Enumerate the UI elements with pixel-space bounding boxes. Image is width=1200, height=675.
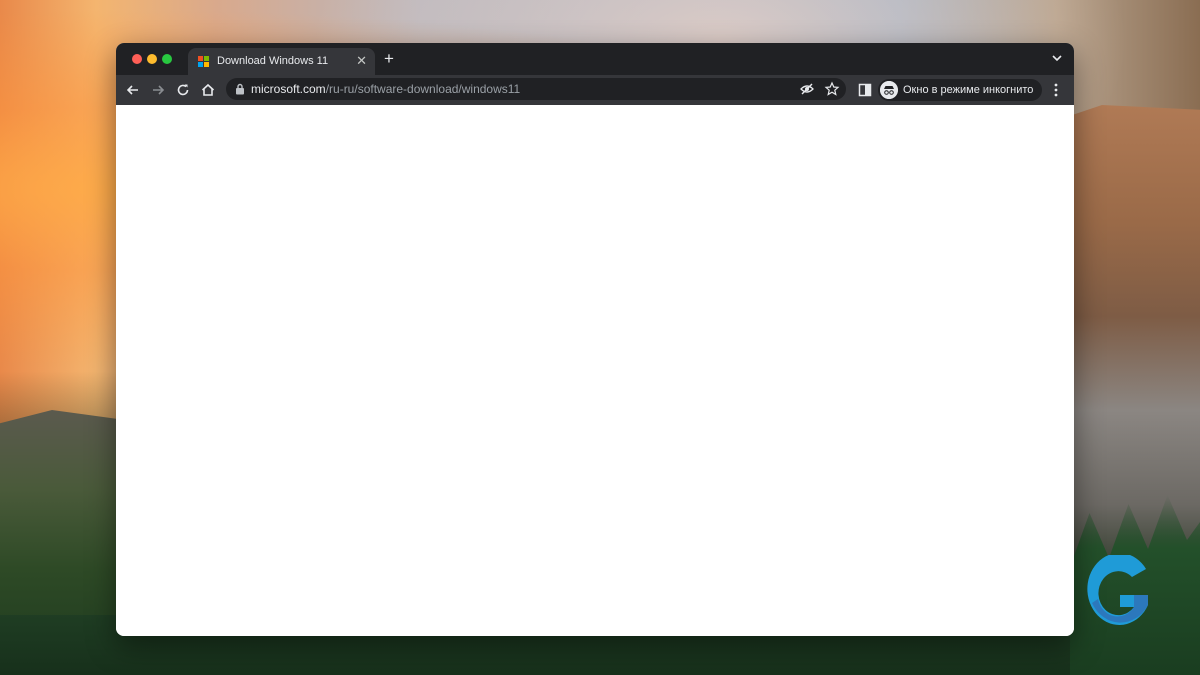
browser-window: Download Windows 11 ✕ + microsoft.com/ru (116, 43, 1074, 636)
address-bar[interactable]: microsoft.com/ru-ru/software-download/wi… (226, 78, 846, 100)
toolbar: microsoft.com/ru-ru/software-download/wi… (116, 75, 1074, 105)
incognito-label: Окно в режиме инкогнито (903, 84, 1034, 96)
chevron-down-icon[interactable] (1050, 51, 1064, 65)
reload-icon[interactable] (174, 81, 192, 99)
new-tab-button[interactable]: + (384, 49, 394, 69)
desktop-cliff (1060, 105, 1200, 575)
arrow-left-icon[interactable] (124, 81, 142, 99)
url-text: microsoft.com/ru-ru/software-download/wi… (251, 82, 520, 96)
g-logo-icon (1087, 555, 1148, 625)
page-content (116, 105, 1074, 636)
url-path: /ru-ru/software-download/windows11 (325, 82, 521, 96)
home-icon[interactable] (199, 81, 217, 99)
microsoft-logo-icon (198, 56, 210, 68)
tab-title: Download Windows 11 (217, 55, 329, 67)
more-vert-icon[interactable] (1050, 81, 1062, 99)
lock-icon[interactable] (235, 83, 245, 95)
star-icon[interactable] (824, 81, 840, 97)
arrow-right-icon[interactable] (149, 81, 167, 99)
incognito-badge[interactable]: Окно в режиме инкогнито (878, 79, 1042, 101)
eye-off-icon[interactable] (799, 81, 815, 97)
incognito-icon (880, 81, 898, 99)
tab-download-windows[interactable]: Download Windows 11 ✕ (188, 48, 375, 75)
side-panel-icon[interactable] (856, 81, 874, 99)
close-icon[interactable]: ✕ (356, 53, 367, 69)
zoom-window-button[interactable] (162, 54, 172, 64)
url-host: microsoft.com (251, 82, 326, 96)
minimize-window-button[interactable] (147, 54, 157, 64)
tab-strip: Download Windows 11 ✕ + (116, 43, 1074, 75)
close-window-button[interactable] (132, 54, 142, 64)
